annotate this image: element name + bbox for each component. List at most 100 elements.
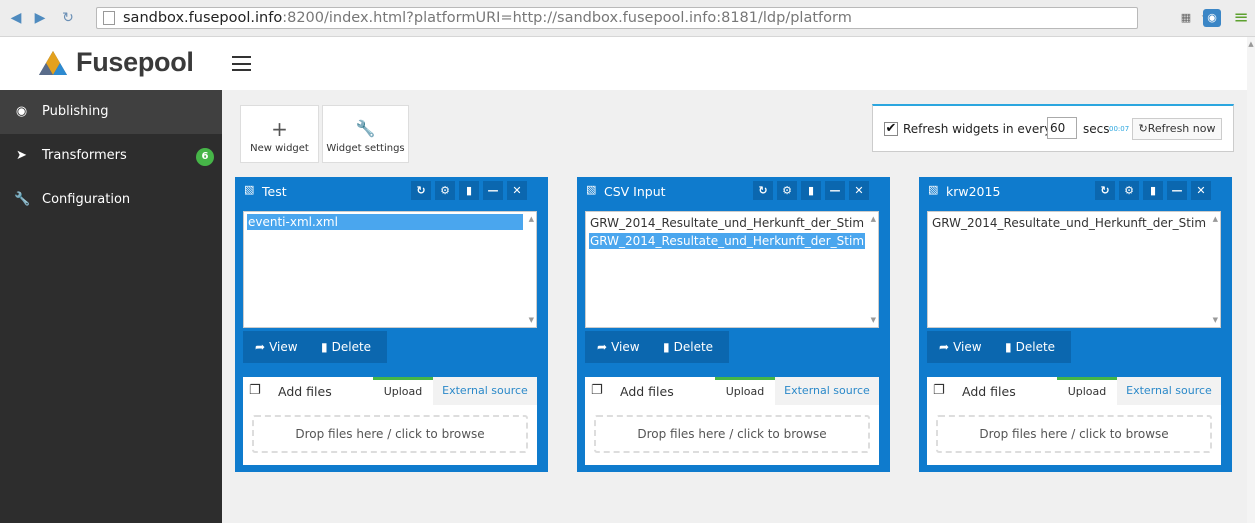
settings-gear-icon[interactable]: ⚙ [777,181,797,200]
delete-button[interactable]: ▮ Delete [1005,331,1055,363]
main-content: + New widget 🔧 Widget settings ✔ Refresh… [222,90,1247,523]
forward-icon[interactable]: ▶ [32,10,48,26]
widget-header: ▧ krw2015 ↻ ⚙ ▮ — ✕ [919,177,1232,205]
hamburger-menu-icon[interactable] [232,56,251,71]
plus-icon: + [271,117,288,141]
inbox-icon: ▧ [586,183,597,196]
scroll-up-icon[interactable]: ▲ [529,215,534,223]
widget-krw2015: ▧ krw2015 ↻ ⚙ ▮ — ✕ GRW_2014_Resultate_u… [919,177,1232,472]
file-list[interactable]: eventi-xml.xml ▲ ▼ [243,211,537,328]
inbox-icon: ▧ [244,183,255,196]
widget-header: ▧ Test ↻ ⚙ ▮ — ✕ [235,177,548,205]
refresh-interval-input[interactable]: 60 [1047,117,1077,139]
sidebar: ◉ Publishing ➤ Transformers 6 🔧 Configur… [0,90,222,523]
tab-external-source[interactable]: External source [775,377,879,405]
widget-csv-input: ▧ CSV Input ↻ ⚙ ▮ — ✕ GRW_2014_Resultate… [577,177,890,472]
sidebar-item-label: Configuration [42,192,131,207]
upload-panel: ❐ Add files Upload External source Drop … [585,377,879,465]
file-drop-zone[interactable]: Drop files here / click to browse [594,415,870,453]
widget-title: CSV Input [604,184,666,199]
rocket-icon: ➤ [16,148,27,163]
refresh-now-button[interactable]: ↻Refresh now [1132,118,1222,140]
page-scrollbar[interactable] [1247,37,1255,523]
sidebar-item-configuration[interactable]: 🔧 Configuration [0,178,222,222]
minimize-icon[interactable]: — [1167,181,1187,200]
delete-label: Delete [1015,340,1056,354]
back-icon[interactable]: ◀ [8,10,24,26]
settings-gear-icon[interactable]: ⚙ [1119,181,1139,200]
scroll-up-icon[interactable]: ▲ [1247,40,1255,48]
close-icon[interactable]: ✕ [507,181,527,200]
file-list[interactable]: GRW_2014_Resultate_und_Herkunft_der_Stim… [585,211,879,328]
minimize-icon[interactable]: — [483,181,503,200]
files-icon: ❐ [249,383,261,398]
close-icon[interactable]: ✕ [849,181,869,200]
view-button[interactable]: ➦ View [939,331,982,363]
view-button[interactable]: ➦ View [255,331,298,363]
trash-icon[interactable]: ▮ [459,181,479,200]
view-label: View [611,340,640,354]
browser-menu-icon[interactable]: ≡ [1232,9,1250,27]
refresh-widget-icon[interactable]: ↻ [753,181,773,200]
translate-icon[interactable]: ▦ [1177,9,1195,27]
share-arrow-icon: ➦ [939,340,950,354]
refresh-widget-icon[interactable]: ↻ [411,181,431,200]
sidebar-item-publishing[interactable]: ◉ Publishing [0,90,222,134]
minimize-icon[interactable]: — [825,181,845,200]
add-files-label: Add files [962,384,1016,399]
scroll-down-icon[interactable]: ▼ [871,316,876,324]
address-bar[interactable]: sandbox.fusepool.info:8200/index.html?pl… [96,7,1138,29]
scroll-down-icon[interactable]: ▼ [529,316,534,324]
list-item[interactable]: GRW_2014_Resultate_und_Herkunft_der_Stim [931,215,1207,231]
delete-button[interactable]: ▮ Delete [663,331,713,363]
transformers-count-badge: 6 [196,148,214,166]
view-label: View [269,340,298,354]
refresh-countdown: 00:07 [1109,125,1130,133]
settings-gear-icon[interactable]: ⚙ [435,181,455,200]
widget-settings-button[interactable]: 🔧 Widget settings [322,105,409,163]
list-item[interactable]: GRW_2014_Resultate_und_Herkunft_der_Stim… [589,215,865,231]
new-widget-button[interactable]: + New widget [240,105,319,163]
extension-icon[interactable]: ◉ [1203,9,1221,27]
tab-external-source[interactable]: External source [1117,377,1221,405]
new-widget-label: New widget [250,143,309,154]
app-name: Fusepool [76,47,194,77]
file-list[interactable]: GRW_2014_Resultate_und_Herkunft_der_Stim… [927,211,1221,328]
url-text: sandbox.fusepool.info:8200/index.html?pl… [123,10,852,26]
refresh-label: Refresh widgets in every [903,122,1052,136]
trash-icon[interactable]: ▮ [801,181,821,200]
reload-icon[interactable]: ↻ [60,10,76,26]
refresh-checkbox[interactable]: ✔ [884,122,898,136]
sidebar-item-transformers[interactable]: ➤ Transformers [0,134,222,178]
delete-label: Delete [673,340,714,354]
tab-external-source[interactable]: External source [433,377,537,405]
tab-upload[interactable]: Upload [373,377,433,405]
upload-panel: ❐ Add files Upload External source Drop … [243,377,537,465]
widget-actions: ➦ View ▮ Delete [243,331,387,363]
refresh-widget-icon[interactable]: ↻ [1095,181,1115,200]
trash-icon: ▮ [663,340,670,354]
scroll-up-icon[interactable]: ▲ [871,215,876,223]
upload-panel: ❐ Add files Upload External source Drop … [927,377,1221,465]
files-icon: ❐ [591,383,603,398]
file-drop-zone[interactable]: Drop files here / click to browse [252,415,528,453]
files-icon: ❐ [933,383,945,398]
trash-icon[interactable]: ▮ [1143,181,1163,200]
tab-upload[interactable]: Upload [1057,377,1117,405]
view-button[interactable]: ➦ View [597,331,640,363]
widget-title: Test [262,184,287,199]
tab-upload[interactable]: Upload [715,377,775,405]
close-icon[interactable]: ✕ [1191,181,1211,200]
delete-button[interactable]: ▮ Delete [321,331,371,363]
scroll-down-icon[interactable]: ▼ [1213,316,1218,324]
add-files-label: Add files [278,384,332,399]
file-drop-zone[interactable]: Drop files here / click to browse [936,415,1212,453]
widget-header: ▧ CSV Input ↻ ⚙ ▮ — ✕ [577,177,890,205]
inbox-icon: ▧ [928,183,939,196]
list-item[interactable]: eventi-xml.xml [247,214,523,230]
view-label: View [953,340,982,354]
scroll-up-icon[interactable]: ▲ [1213,215,1218,223]
list-item[interactable]: GRW_2014_Resultate_und_Herkunft_der_Stim [589,233,865,249]
delete-label: Delete [331,340,372,354]
trash-icon: ▮ [321,340,328,354]
